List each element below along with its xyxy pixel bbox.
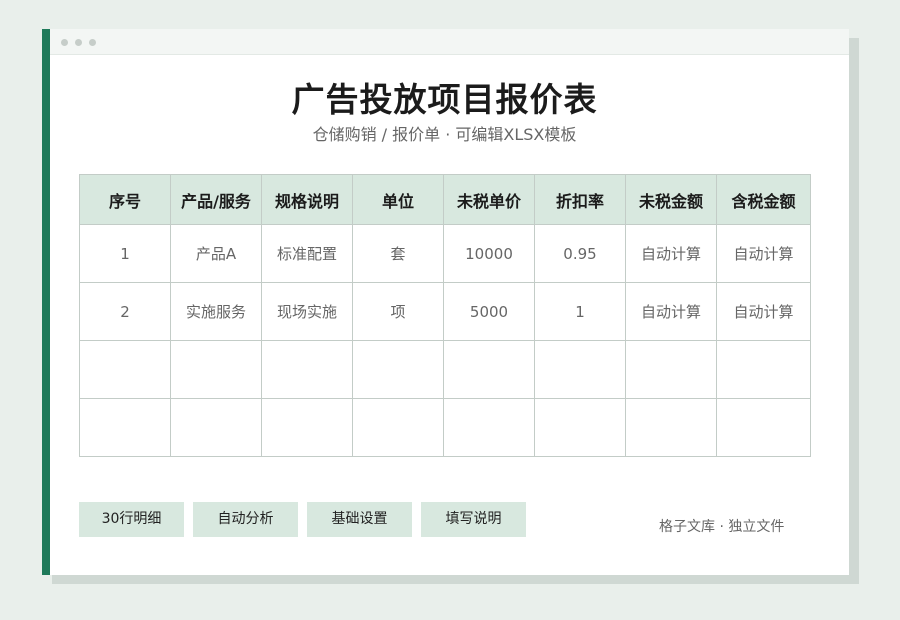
table-cell[interactable]: 0.95 [534, 224, 626, 283]
table-cell[interactable]: 1 [534, 282, 626, 341]
page-title: 广告投放项目报价表 [291, 80, 598, 119]
table-cell[interactable] [716, 398, 811, 457]
column-header: 单位 [352, 174, 444, 225]
table-row [79, 340, 811, 399]
table-cell[interactable]: 套 [352, 224, 444, 283]
document-card: 广告投放项目报价表 仓储购销 / 报价单 · 可编辑XLSX模板 序号 产品/服… [50, 29, 849, 575]
column-header: 折扣率 [534, 174, 626, 225]
table-cell[interactable] [170, 398, 262, 457]
table-cell[interactable]: 现场实施 [261, 282, 353, 341]
table-cell[interactable] [261, 398, 353, 457]
auto-analysis-button[interactable]: 自动分析 [193, 502, 298, 537]
table-cell[interactable]: 项 [352, 282, 444, 341]
table-cell[interactable] [352, 398, 444, 457]
basic-settings-button[interactable]: 基础设置 [307, 502, 412, 537]
column-header: 规格说明 [261, 174, 353, 225]
quote-table: 序号 产品/服务 规格说明 单位 未税单价 折扣率 未税金额 含税金额 1 产品… [79, 174, 811, 457]
table-cell[interactable]: 自动计算 [625, 282, 717, 341]
table-cell[interactable]: 自动计算 [625, 224, 717, 283]
table-cell[interactable]: 标准配置 [261, 224, 353, 283]
table-cell[interactable] [443, 340, 535, 399]
window-dot-icon [75, 39, 82, 46]
table-cell[interactable]: 产品A [170, 224, 262, 283]
rows-detail-button[interactable]: 30行明细 [79, 502, 184, 537]
window-dot-icon [61, 39, 68, 46]
card-accent-bar [42, 29, 50, 575]
table-cell[interactable]: 5000 [443, 282, 535, 341]
table-cell[interactable] [625, 340, 717, 399]
table-cell[interactable] [534, 340, 626, 399]
table-cell[interactable] [716, 340, 811, 399]
fill-instructions-button[interactable]: 填写说明 [421, 502, 526, 537]
table-cell[interactable] [261, 340, 353, 399]
table-cell[interactable] [443, 398, 535, 457]
footer-note: 格子文库 · 独立文件 [659, 519, 785, 535]
table-row: 1 产品A 标准配置 套 10000 0.95 自动计算 自动计算 [79, 224, 811, 283]
table-cell[interactable] [625, 398, 717, 457]
column-header: 未税金额 [625, 174, 717, 225]
column-header: 含税金额 [716, 174, 811, 225]
page-subtitle: 仓储购销 / 报价单 · 可编辑XLSX模板 [312, 125, 577, 144]
window-top-bar [50, 29, 849, 55]
table-cell[interactable] [534, 398, 626, 457]
window-dot-icon [89, 39, 96, 46]
table-cell[interactable] [79, 340, 171, 399]
table-cell[interactable]: 10000 [443, 224, 535, 283]
table-cell[interactable] [352, 340, 444, 399]
column-header: 产品/服务 [170, 174, 262, 225]
column-header: 未税单价 [443, 174, 535, 225]
table-header-row: 序号 产品/服务 规格说明 单位 未税单价 折扣率 未税金额 含税金额 [79, 174, 811, 225]
table-cell[interactable] [79, 398, 171, 457]
table-cell[interactable]: 2 [79, 282, 171, 341]
table-cell[interactable]: 自动计算 [716, 282, 811, 341]
table-cell[interactable]: 1 [79, 224, 171, 283]
table-cell[interactable]: 自动计算 [716, 224, 811, 283]
table-cell[interactable] [170, 340, 262, 399]
column-header: 序号 [79, 174, 171, 225]
table-row: 2 实施服务 现场实施 项 5000 1 自动计算 自动计算 [79, 282, 811, 341]
table-cell[interactable]: 实施服务 [170, 282, 262, 341]
table-row [79, 398, 811, 457]
